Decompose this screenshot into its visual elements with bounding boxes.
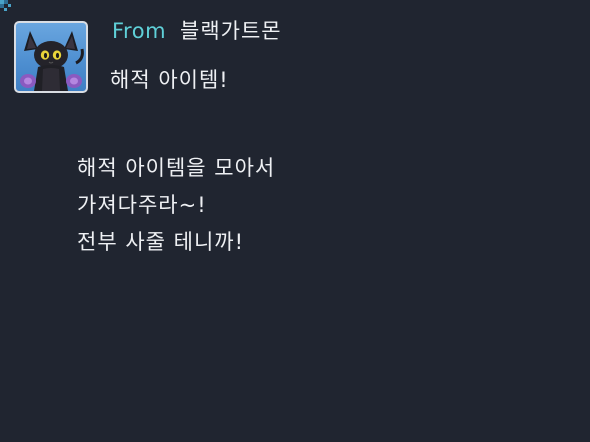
black-gatomon-portrait-icon [20, 31, 84, 91]
corner-pixel-icon [0, 0, 11, 11]
sender-name: 블랙가트몬 [180, 19, 282, 43]
mail-from-row: From 블랙가트몬 [112, 17, 282, 45]
mail-body-line: 전부 사줄 테니까! [77, 230, 245, 254]
mail-screen: From 블랙가트몬 해적 아이템! 해적 아이템을 모아서 가져다주라~! 전… [0, 0, 590, 442]
mail-body-line: 해적 아이템을 모아서 [77, 156, 276, 180]
from-label: From [112, 19, 167, 43]
mail-body-line: 가져다주라~! [77, 193, 207, 217]
sender-avatar [14, 21, 88, 93]
mail-subject: 해적 아이템! [110, 68, 229, 92]
mail-body: 해적 아이템을 모아서 가져다주라~! 전부 사줄 테니까! [77, 150, 275, 261]
